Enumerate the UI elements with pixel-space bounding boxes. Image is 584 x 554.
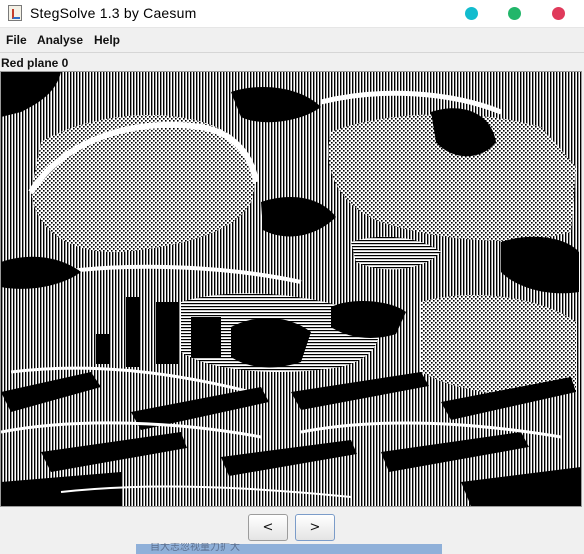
plane-label: Red plane 0 bbox=[1, 56, 69, 70]
menu-help[interactable]: Help bbox=[94, 33, 120, 47]
menu-file[interactable]: File bbox=[6, 33, 27, 47]
bit-plane-image bbox=[1, 72, 581, 506]
next-plane-button[interactable]: > bbox=[295, 514, 335, 541]
close-button[interactable] bbox=[552, 7, 565, 20]
menu-bar: File Analyse Help bbox=[0, 28, 584, 53]
maximize-button[interactable] bbox=[508, 7, 521, 20]
previous-plane-button[interactable]: < bbox=[248, 514, 288, 541]
menu-analyse[interactable]: Analyse bbox=[37, 33, 83, 47]
taskbar-text: 自大志忽视量力扩大 bbox=[150, 543, 240, 553]
title-bar: StegSolve 1.3 by Caesum bbox=[0, 0, 584, 28]
minimize-button[interactable] bbox=[465, 7, 478, 20]
window-title: StegSolve 1.3 by Caesum bbox=[30, 5, 197, 21]
stegsolve-app-icon[interactable] bbox=[8, 5, 22, 21]
bit-plane-image-panel bbox=[0, 71, 582, 507]
